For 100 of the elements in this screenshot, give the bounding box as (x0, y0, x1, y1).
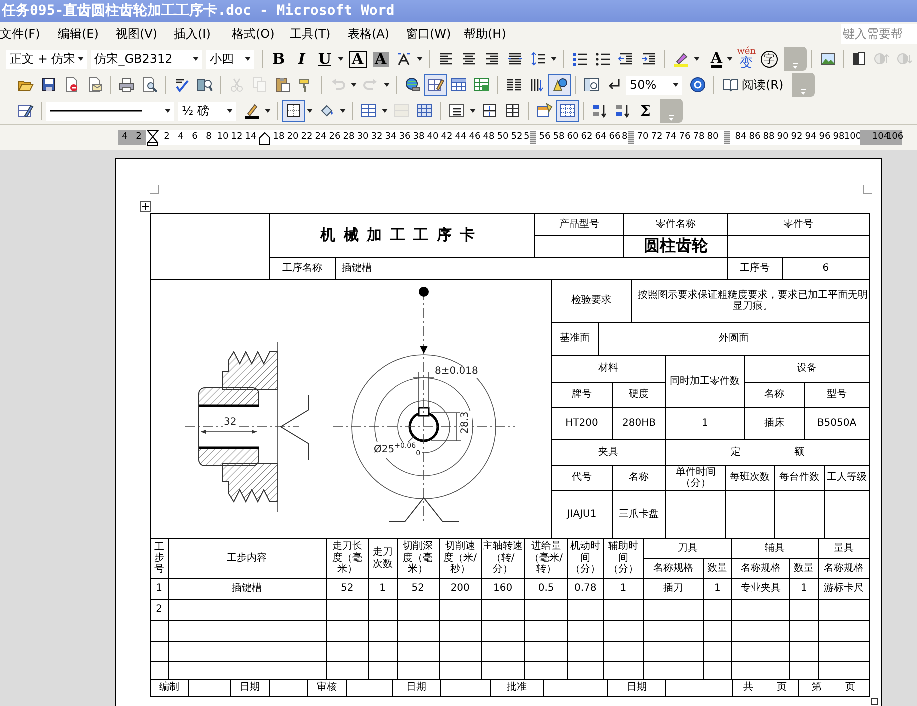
table-cell: 工序号 (728, 258, 782, 279)
table-cell (568, 642, 603, 661)
align-center-icon (460, 51, 477, 67)
table-cell: 6 (782, 258, 869, 279)
menu-item[interactable]: 插入(I) (174, 23, 226, 45)
hyperlink-icon (404, 77, 420, 93)
table-cell (818, 600, 869, 620)
email-icon (86, 77, 102, 93)
ruler-number: 8 (622, 131, 628, 144)
caret-icon[interactable] (382, 109, 388, 113)
dimension-label: 8±0.018 (434, 366, 480, 378)
caret-icon[interactable] (384, 83, 390, 87)
table-cell (369, 621, 397, 641)
borders-button[interactable] (282, 100, 305, 122)
contrast-down-icon (897, 51, 914, 67)
font-dropdown[interactable]: 仿宋_GB2312 (90, 50, 202, 68)
character-border-button[interactable]: A (346, 48, 370, 70)
menu-item[interactable]: 工具(T) (290, 23, 342, 45)
zoom-dropdown[interactable]: 50% (626, 76, 682, 94)
caret-icon[interactable] (338, 57, 344, 61)
font-size-dropdown[interactable]: 小四 (206, 50, 254, 68)
table-cell: 外圆面 (599, 323, 869, 355)
ruler-number: 44 (454, 130, 468, 145)
line-sample-icon (50, 109, 142, 113)
underline-button[interactable]: U (313, 48, 336, 70)
research-icon (196, 77, 212, 93)
save-icon (40, 77, 56, 93)
table-resize-handle-icon[interactable] (871, 698, 878, 705)
table-cell: 三爪卡盘 (613, 491, 666, 538)
caret-icon[interactable] (307, 109, 313, 113)
ruler-number: 104 (874, 130, 888, 145)
reading-button[interactable]: 阅读(R) (718, 74, 789, 96)
table-cell (732, 621, 790, 641)
table-cell (482, 621, 524, 641)
caret-icon[interactable] (340, 109, 346, 113)
dropdown-value: ½ 磅 (182, 102, 210, 120)
bold-button[interactable]: B (267, 48, 290, 70)
table-move-handle-icon[interactable] (140, 201, 151, 212)
italic-button[interactable]: I (290, 48, 314, 70)
line-style-dropdown[interactable] (46, 102, 174, 120)
indent-marker-icon[interactable] (147, 130, 159, 146)
dimension-label: 28.3 (460, 410, 472, 435)
table-cell: 进给量（毫米/转） (525, 539, 568, 578)
table-cell: 基准面 (552, 323, 598, 355)
document-map-icon (584, 77, 600, 93)
menu-item[interactable]: 文件(F) (0, 23, 52, 45)
table-cell: 日期 (392, 680, 440, 696)
column-marker[interactable] (530, 131, 536, 144)
insert-table-icon (360, 103, 376, 119)
line-weight-dropdown[interactable]: ½ 磅 (178, 102, 236, 120)
table-cell (398, 662, 439, 679)
caret-icon[interactable] (727, 57, 734, 61)
table-cell (666, 680, 732, 696)
menu-item[interactable]: 编辑(E) (58, 23, 110, 45)
column-marker[interactable] (724, 131, 730, 144)
caret-icon[interactable] (551, 57, 558, 61)
caret-icon[interactable] (694, 57, 700, 61)
indent-marker-icon[interactable] (259, 130, 271, 146)
phonetic-guide-button[interactable]: wén 变 (735, 48, 758, 70)
sort-asc-icon (592, 103, 608, 119)
ruler-number: 36 (398, 130, 412, 145)
table-cell (369, 642, 397, 661)
help-search-field[interactable]: 键入需要帮 (841, 24, 917, 44)
table-cell: 1 (666, 408, 744, 439)
menu-item[interactable]: 表格(A) (348, 23, 400, 45)
caret-icon[interactable] (417, 57, 424, 61)
character-shading-button[interactable]: A (369, 48, 392, 70)
table-cell: 每班次数 (726, 466, 774, 490)
table-cell (151, 642, 168, 661)
table-cell (604, 621, 644, 641)
gridlines-button[interactable] (556, 100, 579, 122)
ruler-number: 74 (664, 130, 678, 145)
menu-item[interactable]: 窗口(W) (406, 23, 458, 45)
sum-button[interactable]: Σ (634, 100, 657, 122)
menu-item[interactable]: 帮助(H) (464, 23, 516, 45)
ruler-number: 64 (594, 130, 608, 145)
tables-borders-button[interactable] (424, 74, 447, 96)
ruler-number: 56 (538, 130, 552, 145)
table-cell: 切削深度（毫米） (398, 539, 439, 578)
menu-item[interactable]: 视图(V) (116, 23, 168, 45)
dropdown-value: 小四 (210, 50, 234, 68)
style-dropdown[interactable]: 正文 + 仿宋 (6, 50, 87, 68)
table-cell: 插刀 (644, 579, 703, 599)
column-marker[interactable] (628, 131, 634, 144)
table-cell (790, 662, 818, 679)
ruler-number: 14 (244, 130, 258, 145)
caret-icon[interactable] (265, 109, 271, 113)
caret-icon[interactable] (351, 83, 357, 87)
table-cell (440, 680, 490, 696)
drawing-button[interactable] (548, 74, 571, 96)
table-cell (326, 600, 368, 620)
menu-item[interactable]: 格式(O) (232, 23, 284, 45)
table-cell: 硬度 (613, 383, 666, 407)
table-cell: 工人等级 (825, 466, 869, 490)
permission-icon (64, 77, 80, 93)
table-cell (604, 662, 644, 679)
ruler-number: 48 (482, 130, 496, 145)
font-color-button[interactable]: A (702, 46, 726, 72)
caret-icon[interactable] (470, 109, 476, 113)
ruler-number: 20 (286, 130, 300, 145)
